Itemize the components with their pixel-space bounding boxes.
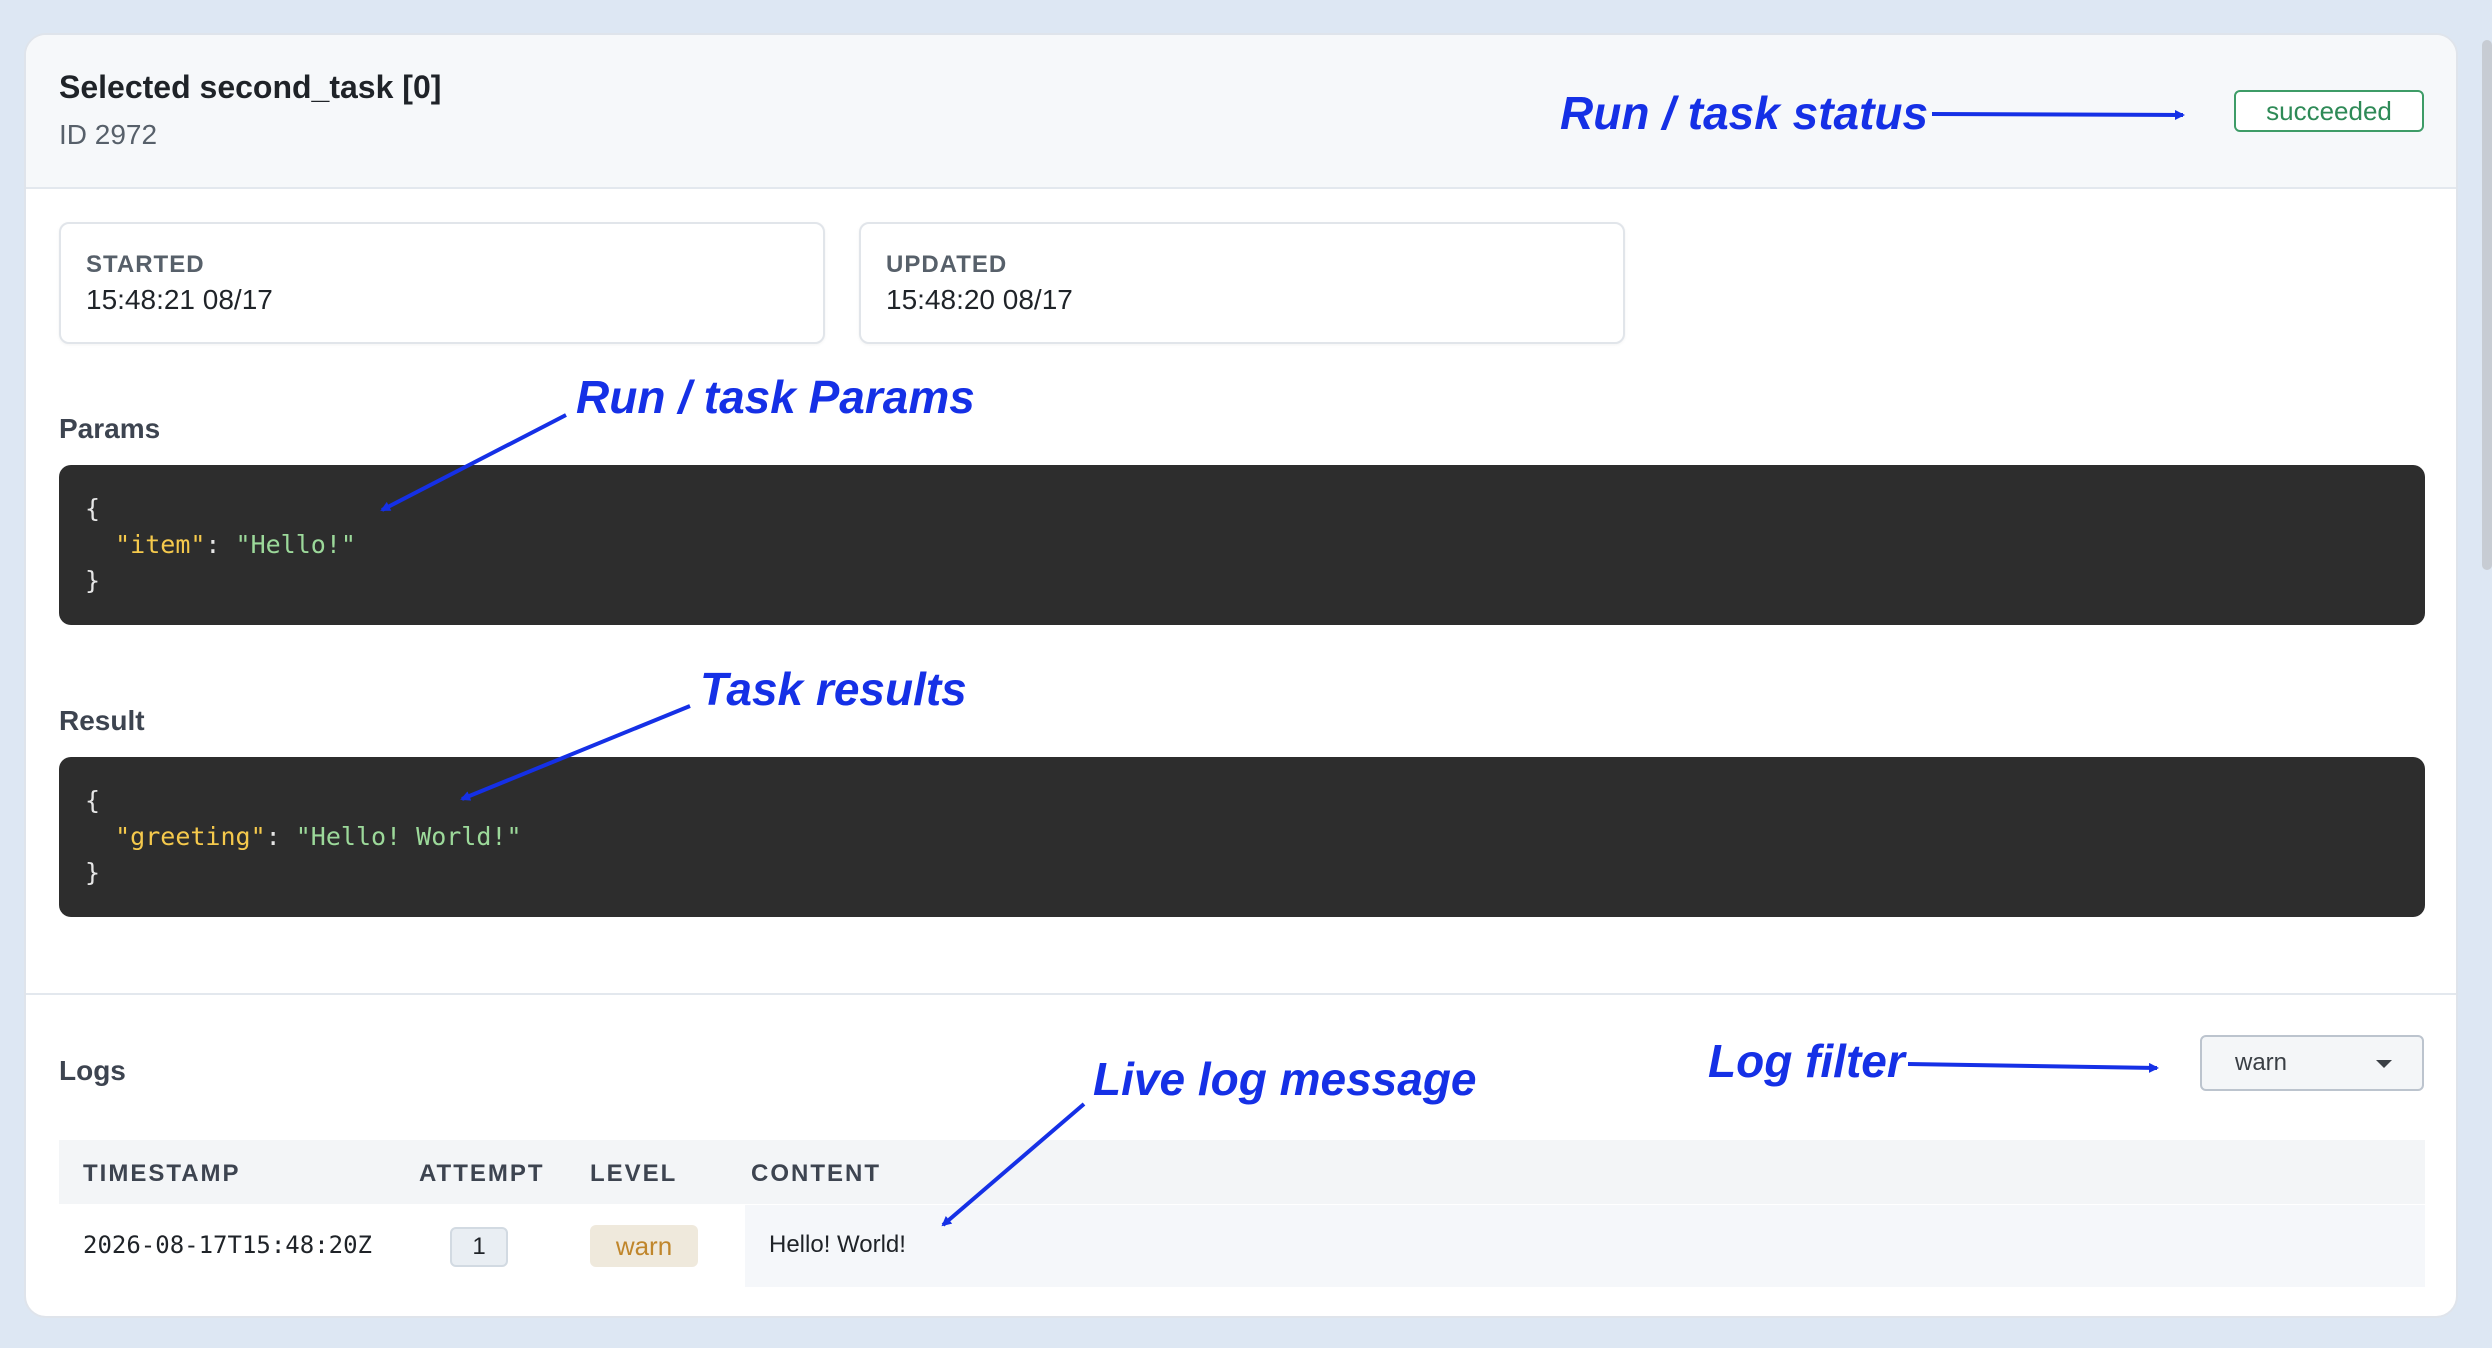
arrow-log-filter bbox=[1907, 1062, 2159, 1073]
arrow-params bbox=[380, 413, 567, 512]
annotation-arrows bbox=[380, 109, 2185, 1227]
arrow-live-log bbox=[941, 1102, 1086, 1227]
arrow-results bbox=[460, 704, 691, 801]
arrow-status bbox=[1931, 109, 2185, 120]
